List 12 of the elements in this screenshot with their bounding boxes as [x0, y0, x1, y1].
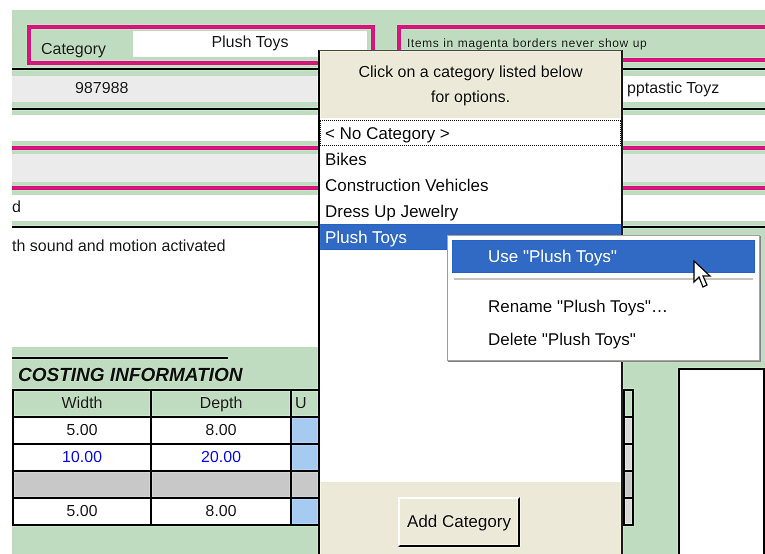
category-label: Category	[40, 41, 107, 59]
table-cell: 20.00	[151, 444, 291, 471]
table-cell: 5.00	[13, 498, 151, 525]
column-header: Depth	[151, 390, 291, 417]
table-cell: 8.00	[151, 417, 291, 444]
column-header: Width	[13, 390, 151, 417]
table-cell: 8.00	[151, 498, 291, 525]
table-cell: 10.00	[13, 444, 151, 471]
section-title: COSTING INFORMATION	[17, 364, 244, 388]
table-cell: 5.00	[13, 417, 151, 444]
description-text: th sound and motion activated	[12, 238, 226, 255]
notice-text: Items in magenta borders never show up	[407, 36, 648, 50]
